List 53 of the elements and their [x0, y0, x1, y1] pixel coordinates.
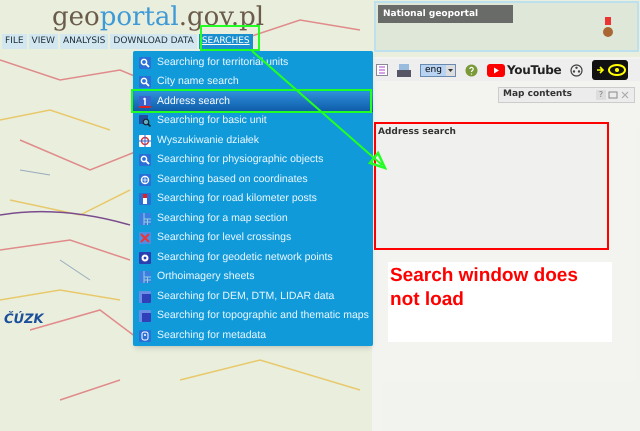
menu-item[interactable]: Searching for territorial units [133, 53, 373, 72]
annotation-note: Search window does not load [388, 262, 612, 342]
number-one-icon [139, 96, 151, 108]
layers-icon [139, 310, 151, 322]
grid-icon [139, 271, 151, 284]
layers-icon [139, 290, 151, 303]
menu-item[interactable]: Searching for basic unit [133, 112, 373, 131]
menu-item[interactable]: Searching for metadata [133, 326, 373, 346]
menu-tab[interactable]: VIEW [28, 34, 58, 49]
site-logo[interactable]: geoportal.gov.pl [52, 2, 264, 32]
play-icon [486, 64, 505, 76]
window-title: Address search [378, 126, 456, 139]
film-reel-icon[interactable] [570, 64, 584, 76]
overview-map[interactable]: National geoportal [374, 1, 639, 52]
overview-title: National geoportal [378, 5, 513, 23]
zoom-icon [139, 115, 151, 128]
document-icon [139, 330, 151, 342]
menu-tab[interactable]: DOWNLOAD DATA [110, 34, 197, 49]
menu-item[interactable]: Searching based on coordinates [133, 170, 373, 190]
print-icon[interactable] [397, 64, 411, 76]
menu-item[interactable]: City name search [133, 72, 373, 92]
agency-logo: ČÚZK [4, 310, 44, 329]
search-icon [139, 76, 151, 88]
search-icon [139, 154, 151, 166]
maximize-icon[interactable] [608, 90, 618, 100]
menu-tab[interactable]: ANALYSIS [60, 34, 108, 49]
menu-tab[interactable]: SEARCHES [198, 34, 253, 49]
panel-title: Map contents [503, 88, 572, 102]
menu-item[interactable]: Address search [133, 92, 373, 112]
eye-icon[interactable] [592, 60, 628, 80]
list-icon[interactable] [376, 64, 388, 76]
help-button[interactable]: ? [596, 90, 606, 100]
menu-tab[interactable]: FILE [2, 34, 27, 49]
menu-item[interactable]: Searching for a map section [133, 209, 373, 228]
menu-item[interactable]: Wyszukiwanie działek [133, 131, 373, 150]
crossing-icon [139, 232, 151, 244]
youtube-link[interactable]: YouTube [486, 61, 562, 79]
menu-item[interactable]: Searching for physiographic objects [133, 150, 373, 170]
location-pin-icon [602, 17, 614, 39]
menu-item[interactable]: Searching for topographic and thematic maps [133, 306, 373, 326]
target-icon [139, 134, 151, 147]
menu-item[interactable]: Searching for geodetic network points [133, 248, 373, 268]
search-icon [139, 56, 151, 69]
help-icon[interactable] [464, 64, 478, 76]
menu-item[interactable]: Searching for road kilometer posts [133, 190, 373, 209]
menu-item[interactable]: Orthoimagery sheets [133, 268, 373, 287]
grid-icon [139, 212, 151, 225]
point-icon [139, 252, 151, 264]
post-icon [139, 193, 151, 206]
globe-icon [139, 174, 151, 186]
menu-item[interactable]: Searching for DEM, DTM, LIDAR data [133, 287, 373, 306]
language-select[interactable]: eng [420, 64, 456, 76]
menu-item[interactable]: Searching for level crossings [133, 228, 373, 248]
